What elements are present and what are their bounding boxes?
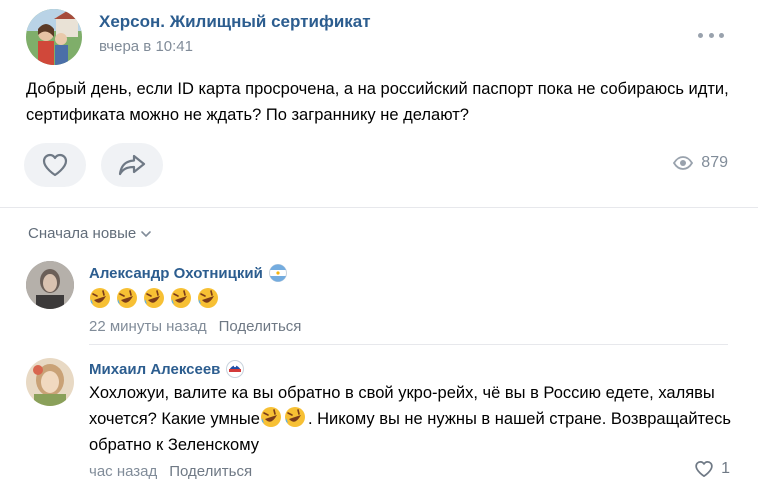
rofl-emoji-icon (90, 288, 110, 308)
comments-sort-toggle[interactable]: Сначала новые (28, 225, 152, 242)
like-button[interactable] (24, 143, 86, 187)
share-arrow-icon (118, 154, 146, 176)
author-name[interactable]: Александр Охотницкий (89, 265, 263, 282)
comment-time[interactable]: 22 минуты назад (89, 318, 207, 335)
views-count: 879 (701, 154, 728, 171)
post-time[interactable]: вчера в 10:41 (99, 38, 193, 55)
share-link[interactable]: Поделиться (169, 463, 252, 480)
sort-label: Сначала новые (28, 225, 137, 242)
comment-meta: 22 минуты назад Поделиться (89, 318, 301, 335)
comment-emoji-text (89, 287, 739, 311)
comment-author[interactable]: Александр Охотницкий (89, 264, 287, 282)
rofl-emoji-icon (198, 288, 218, 308)
views-counter: 879 (673, 154, 728, 172)
comment-time[interactable]: час назад (89, 463, 157, 480)
comment-divider (89, 344, 728, 345)
rofl-emoji-icon (144, 288, 164, 308)
group-avatar[interactable] (26, 9, 82, 65)
comment-author[interactable]: Михаил Алексеев (89, 360, 245, 378)
heart-icon (42, 153, 68, 177)
post-header: Херсон. Жилищный сертификат вчера в 10:4… (26, 9, 732, 65)
rofl-emoji-icon (260, 407, 281, 427)
author-name[interactable]: Михаил Алексеев (89, 361, 220, 378)
share-link[interactable]: Поделиться (219, 318, 302, 335)
flag-badge-icon (268, 264, 287, 282)
avatar[interactable] (26, 261, 74, 309)
heart-icon (695, 461, 713, 477)
more-options-icon[interactable] (698, 27, 724, 43)
chevron-down-icon (141, 230, 152, 237)
eye-icon (673, 156, 694, 170)
rofl-emoji-icon (171, 288, 191, 308)
section-divider (0, 207, 758, 208)
post-text: Добрый день, если ID карта просрочена, а… (26, 80, 729, 124)
like-count: 1 (721, 460, 730, 477)
avatar[interactable] (26, 358, 74, 406)
comment-like-button[interactable]: 1 (694, 460, 730, 478)
cap-badge-icon (226, 360, 245, 378)
group-name[interactable]: Херсон. Жилищный сертификат (99, 12, 371, 32)
comment-meta: час назад Поделиться (89, 463, 252, 480)
share-button[interactable] (101, 143, 163, 187)
rofl-emoji-icon (284, 407, 305, 427)
rofl-emoji-icon (117, 288, 137, 308)
comment-text: Хохложуи, валите ка вы обратно в свой ук… (89, 380, 739, 458)
